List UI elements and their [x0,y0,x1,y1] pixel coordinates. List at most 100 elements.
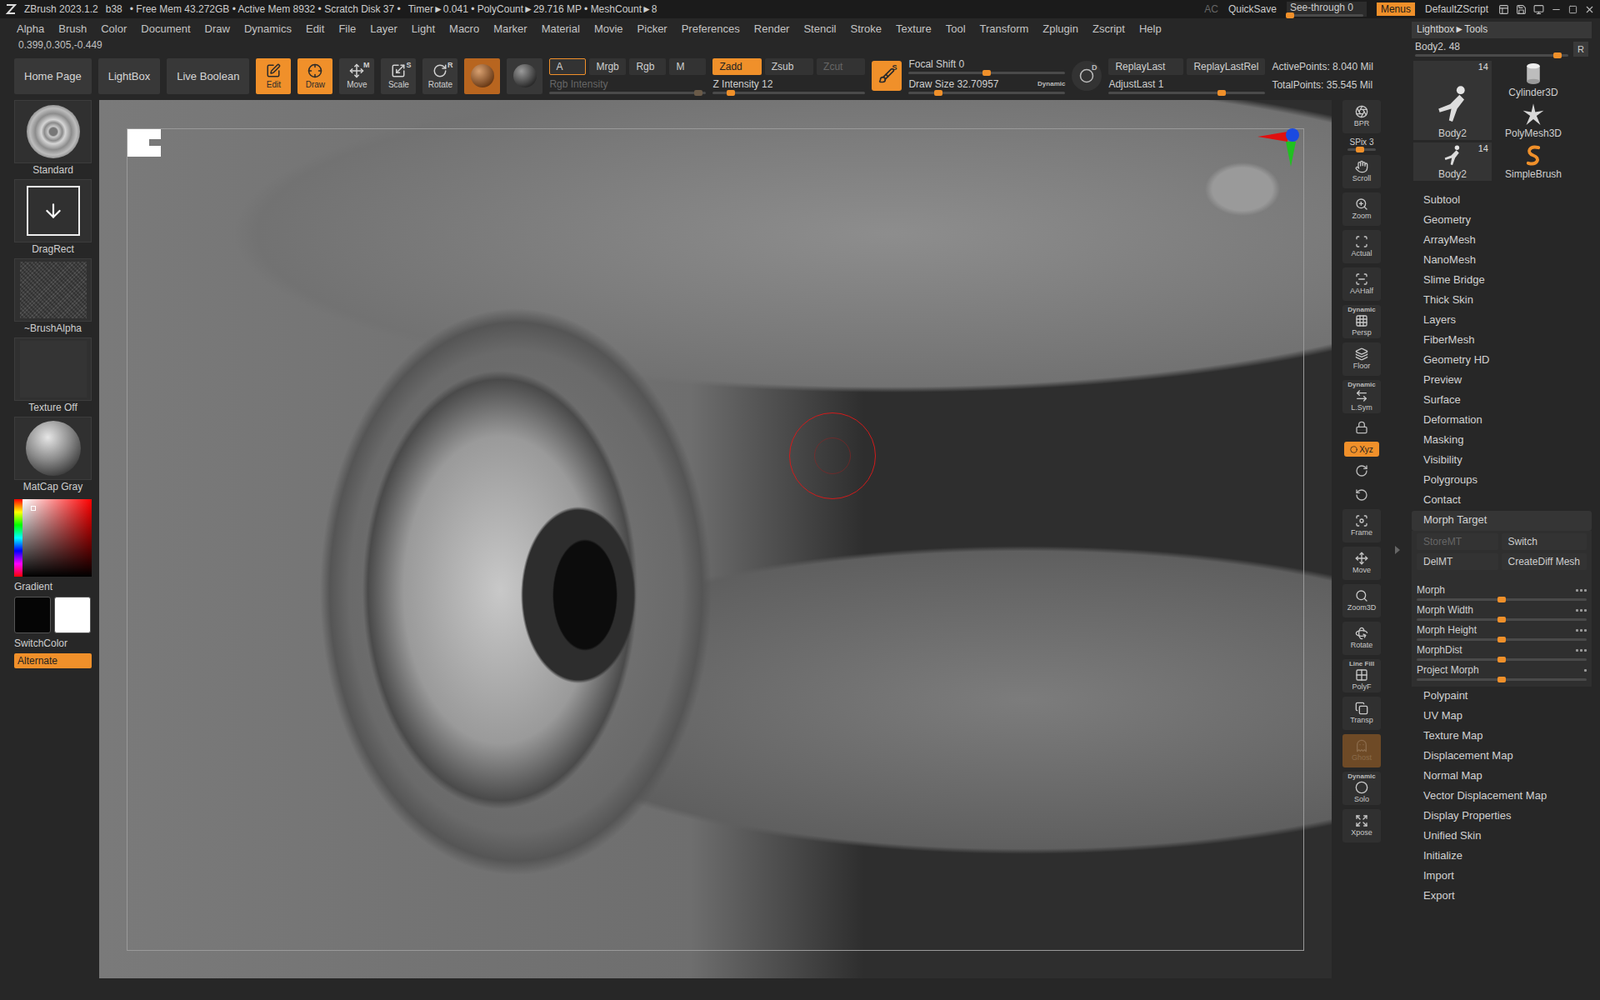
tool-menu-item[interactable]: Subtool [1411,190,1592,211]
material-button[interactable] [506,58,543,95]
slider-field[interactable]: Z Intensity 12 [712,78,865,95]
slider[interactable] [549,91,706,95]
tool-menu-item[interactable]: Normal Map [1411,766,1592,787]
shelf-button[interactable]: Frame [1342,509,1381,543]
slider-handle[interactable] [1217,90,1226,96]
saturation-box[interactable] [22,499,92,577]
shelf-button[interactable]: Ghost [1342,734,1381,768]
reset-button[interactable]: R [1573,41,1589,57]
replay-button[interactable]: ReplayLast [1108,58,1184,75]
menu-item[interactable]: Layer [370,22,398,35]
switch-color-button[interactable]: SwitchColor [14,635,68,651]
slider[interactable] [1416,638,1587,641]
tool-menu-item[interactable]: Display Properties [1411,806,1592,827]
slider-handle[interactable] [1497,636,1506,643]
morph-button[interactable]: StoreMT [1416,533,1499,550]
quicksave-button[interactable]: QuickSave [1228,3,1277,15]
morph-slider[interactable]: Project Morph [1416,664,1587,682]
tool-thumb[interactable]: 14Body2 [1413,60,1492,140]
menu-item[interactable]: Dynamics [244,22,292,35]
dynamic-button[interactable]: D [1071,60,1102,91]
spix-slider[interactable]: SPix 3 [1342,137,1381,151]
nav-button[interactable]: Home Page [14,58,92,95]
layout-icon[interactable] [1498,4,1510,15]
palette-tile[interactable]: ~BrushAlpha [14,258,92,335]
nav-button[interactable]: LightBox [98,58,161,95]
current-tool-slider[interactable]: Body2. 48 [1415,40,1569,57]
menu-item[interactable]: Movie [594,22,624,35]
material-button[interactable] [464,58,500,95]
menu-item[interactable]: Stencil [803,22,836,35]
close-icon[interactable] [1584,4,1595,15]
tool-menu-item[interactable]: Thick Skin [1411,290,1592,311]
xyz-toggle[interactable]: Xyz [1344,441,1380,457]
viewport[interactable] [99,100,1332,979]
menu-item[interactable]: Document [140,22,190,35]
slider[interactable] [1108,91,1265,95]
tool-thumb[interactable]: SimpleBrush [1494,142,1573,181]
morph-slider[interactable]: Morph Height [1416,624,1587,642]
menu-item[interactable]: Zplugin [1042,22,1079,35]
palette-tile[interactable]: DragRect [14,179,92,256]
slider[interactable] [1416,678,1587,681]
tool-menu-item[interactable]: Polygroups [1411,470,1592,491]
monitor-icon[interactable] [1533,4,1545,15]
shelf-button[interactable]: DynamicPersp [1342,305,1381,339]
menu-item[interactable]: File [338,22,356,35]
menu-item[interactable]: Render [754,22,790,35]
shelf-button[interactable]: Zoom [1342,192,1381,226]
shelf-icon-button[interactable] [1349,485,1375,505]
tool-menu-item[interactable]: Masking [1411,430,1592,451]
morph-button[interactable]: CreateDiff Mesh [1501,553,1587,570]
slider-handle[interactable] [982,70,991,76]
slider[interactable] [1415,54,1569,57]
menu-item[interactable]: Brush [58,22,87,35]
xyz-icon[interactable] [1575,609,1587,612]
axis-gizmo-icon[interactable] [1257,125,1308,175]
morph-slider[interactable]: MorphDist [1416,644,1587,662]
shelf-button[interactable]: DynamicL.Sym [1342,380,1381,414]
gradient-label[interactable]: Gradient [14,579,53,595]
menu-item[interactable]: Picker [637,22,668,35]
menu-item[interactable]: Material [541,22,580,35]
morph-button[interactable]: Switch [1501,533,1587,550]
tool-menu-item[interactable]: Export [1411,886,1592,907]
replay-button[interactable]: ReplayLastRel [1186,58,1265,75]
menu-item[interactable]: Preferences [681,22,740,35]
picker-marker[interactable] [30,505,36,511]
tool-menu-item[interactable]: Import [1411,866,1592,887]
alternate-button[interactable]: Alternate [14,653,92,669]
palette-tile[interactable]: Standard [14,100,92,177]
tool-menu-item[interactable]: Layers [1411,310,1592,331]
tool-menu-item[interactable]: Texture Map [1411,726,1592,747]
see-through-slider[interactable]: See-through 0 [1286,1,1367,17]
slider-handle[interactable] [694,90,703,96]
slider-handle[interactable] [1497,616,1506,623]
slider[interactable] [1290,14,1364,17]
save-icon[interactable] [1515,4,1527,15]
z-mode-button[interactable]: Zadd [712,58,761,75]
slider-handle[interactable] [1553,52,1562,59]
shelf-button[interactable]: Zoom3D [1342,584,1381,618]
tool-menu-item[interactable]: Slime Bridge [1411,270,1592,291]
tool-thumb[interactable]: Cylinder3D [1494,60,1573,100]
dynamic-badge[interactable]: Dynamic [1037,80,1065,88]
shelf-button[interactable]: Scroll [1342,155,1381,189]
tool-menu-item[interactable]: Deformation [1411,410,1592,431]
tool-menu-item[interactable]: Geometry HD [1411,350,1592,371]
tool-menu-item[interactable]: Preview [1411,370,1592,391]
tool-menu-item[interactable]: Morph Target [1411,510,1592,531]
mode-button[interactable]: Edit [255,58,291,95]
shelf-button[interactable]: Rotate [1342,621,1381,655]
morph-slider[interactable]: Morph [1416,584,1587,602]
tool-thumb[interactable]: PolyMesh3D [1494,101,1573,140]
channel-button[interactable]: A [549,58,586,75]
menu-item[interactable]: Edit [305,22,325,35]
minimize-icon[interactable] [1550,4,1562,15]
color-picker[interactable] [14,499,92,577]
menu-item[interactable]: Transform [980,22,1030,35]
maximize-icon[interactable] [1568,5,1578,15]
slider-handle[interactable] [1497,676,1506,683]
mode-button[interactable]: MMove [339,58,375,95]
shelf-button[interactable]: Line FillPolyF [1342,659,1381,693]
